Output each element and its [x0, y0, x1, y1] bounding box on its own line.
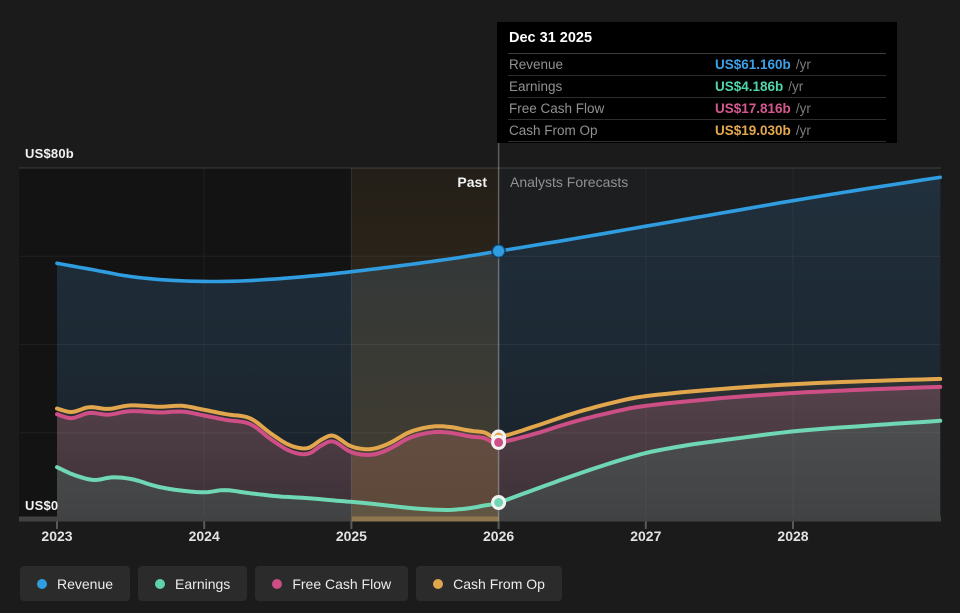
x-tick-label: 2024: [189, 528, 220, 544]
y-axis-max-label: US$80b: [25, 146, 74, 161]
forecast-section-label: Analysts Forecasts: [510, 174, 628, 190]
tooltip-row-value: US$61.160b: [715, 57, 791, 72]
legend: Revenue Earnings Free Cash Flow Cash Fro…: [20, 566, 562, 601]
tooltip-row-value: US$17.816b: [715, 101, 791, 116]
tooltip-row: Cash From Op US$19.030b /yr: [508, 120, 886, 142]
legend-item-revenue[interactable]: Revenue: [20, 566, 130, 601]
legend-item-label: Revenue: [57, 576, 113, 592]
tooltip-row-unit: /yr: [796, 101, 811, 116]
legend-item-label: Cash From Op: [453, 576, 545, 592]
legend-item-label: Earnings: [175, 576, 230, 592]
legend-item-cash-from-op[interactable]: Cash From Op: [416, 566, 562, 601]
tooltip-row: Free Cash Flow US$17.816b /yr: [508, 98, 886, 120]
tooltip-row-unit: /yr: [788, 79, 803, 94]
earnings-dot-icon: [155, 579, 165, 589]
x-tick-label: 2027: [630, 528, 661, 544]
legend-item-free-cash-flow[interactable]: Free Cash Flow: [255, 566, 408, 601]
x-tick-label: 2026: [483, 528, 514, 544]
tooltip-row-label: Cash From Op: [509, 123, 715, 138]
chart-panel: 2023 2024 2025 2026 2027 2028 US$80b US$0 Pas…: [0, 0, 960, 613]
free-cash-flow-marker: [493, 436, 505, 448]
tooltip-row-label: Revenue: [509, 57, 715, 72]
x-tick-label: 2023: [41, 528, 72, 544]
legend-item-label: Free Cash Flow: [292, 576, 391, 592]
earnings-marker: [493, 497, 505, 509]
x-tick-label: 2025: [336, 528, 367, 544]
tooltip-row-value: US$19.030b: [715, 123, 791, 138]
legend-item-earnings[interactable]: Earnings: [138, 566, 247, 601]
tooltip-row-label: Free Cash Flow: [509, 101, 715, 116]
tooltip-date: Dec 31 2025: [508, 22, 886, 54]
cash-from-op-dot-icon: [433, 579, 443, 589]
tooltip-row-label: Earnings: [509, 79, 715, 94]
hover-year-highlight: [351, 168, 498, 517]
past-section-label: Past: [457, 174, 487, 190]
tooltip-row: Earnings US$4.186b /yr: [508, 76, 886, 98]
tooltip-row-value: US$4.186b: [715, 79, 783, 94]
revenue-marker: [492, 245, 505, 258]
y-axis-min-label: US$0: [25, 498, 58, 513]
revenue-dot-icon: [37, 579, 47, 589]
free-cash-flow-dot-icon: [272, 579, 282, 589]
tooltip-row-unit: /yr: [796, 57, 811, 72]
x-tick-label: 2028: [777, 528, 808, 544]
tooltip-row: Revenue US$61.160b /yr: [508, 54, 886, 76]
tooltip-row-unit: /yr: [796, 123, 811, 138]
x-axis-band-highlight: [351, 517, 498, 522]
tooltip: Dec 31 2025 Revenue US$61.160b /yr Earni…: [497, 22, 897, 143]
